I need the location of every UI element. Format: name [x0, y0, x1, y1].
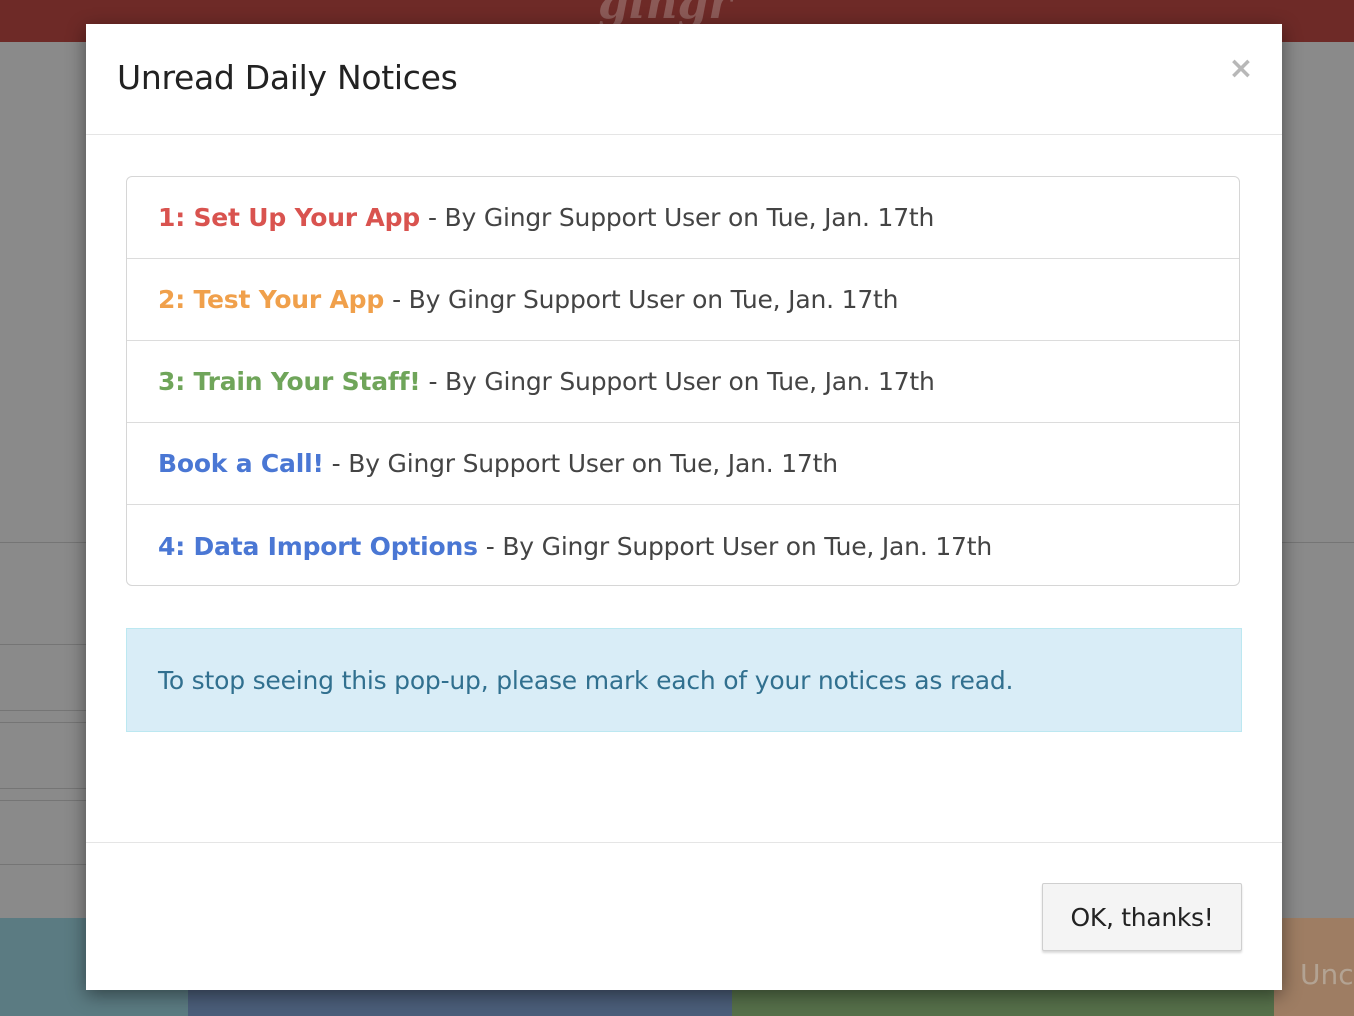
dashboard-tile-label: Unc	[1300, 958, 1354, 991]
list-item: 1: Set Up Your App - By Gingr Support Us…	[127, 177, 1239, 259]
modal-header: Unread Daily Notices ×	[86, 24, 1282, 135]
notice-link[interactable]: Book a Call!	[158, 449, 324, 478]
daily-notices-modal: Unread Daily Notices × 1: Set Up Your Ap…	[86, 24, 1282, 990]
notice-meta: - By Gingr Support User on Tue, Jan. 17t…	[485, 531, 992, 561]
ok-thanks-button[interactable]: OK, thanks!	[1042, 883, 1242, 951]
divider	[0, 722, 86, 723]
divider	[1282, 542, 1354, 543]
info-alert: To stop seeing this pop-up, please mark …	[126, 628, 1242, 732]
notice-link[interactable]: 4: Data Import Options	[158, 532, 478, 561]
list-item: 4: Data Import Options - By Gingr Suppor…	[127, 505, 1239, 585]
divider	[0, 644, 86, 645]
notice-link[interactable]: 3: Train Your Staff!	[158, 367, 421, 396]
close-icon[interactable]: ×	[1226, 52, 1256, 86]
divider	[0, 710, 86, 711]
notice-meta: - By Gingr Support User on Tue, Jan. 17t…	[427, 203, 935, 232]
notice-meta: - By Gingr Support User on Tue, Jan. 17t…	[392, 285, 899, 314]
divider	[0, 542, 86, 543]
notice-meta: - By Gingr Support User on Tue, Jan. 17t…	[331, 449, 838, 478]
list-item: Book a Call! - By Gingr Support User on …	[127, 423, 1239, 505]
list-item: 2: Test Your App - By Gingr Support User…	[127, 259, 1239, 341]
notice-meta: - By Gingr Support User on Tue, Jan. 17t…	[428, 367, 935, 396]
modal-title: Unread Daily Notices	[117, 58, 458, 97]
divider	[0, 788, 86, 789]
notice-link[interactable]: 2: Test Your App	[158, 285, 384, 314]
notice-link[interactable]: 1: Set Up Your App	[158, 203, 420, 232]
divider	[0, 864, 86, 865]
modal-footer: OK, thanks!	[86, 842, 1282, 991]
list-item: 3: Train Your Staff! - By Gingr Support …	[127, 341, 1239, 423]
divider	[0, 800, 86, 801]
notice-list: 1: Set Up Your App - By Gingr Support Us…	[126, 176, 1240, 586]
